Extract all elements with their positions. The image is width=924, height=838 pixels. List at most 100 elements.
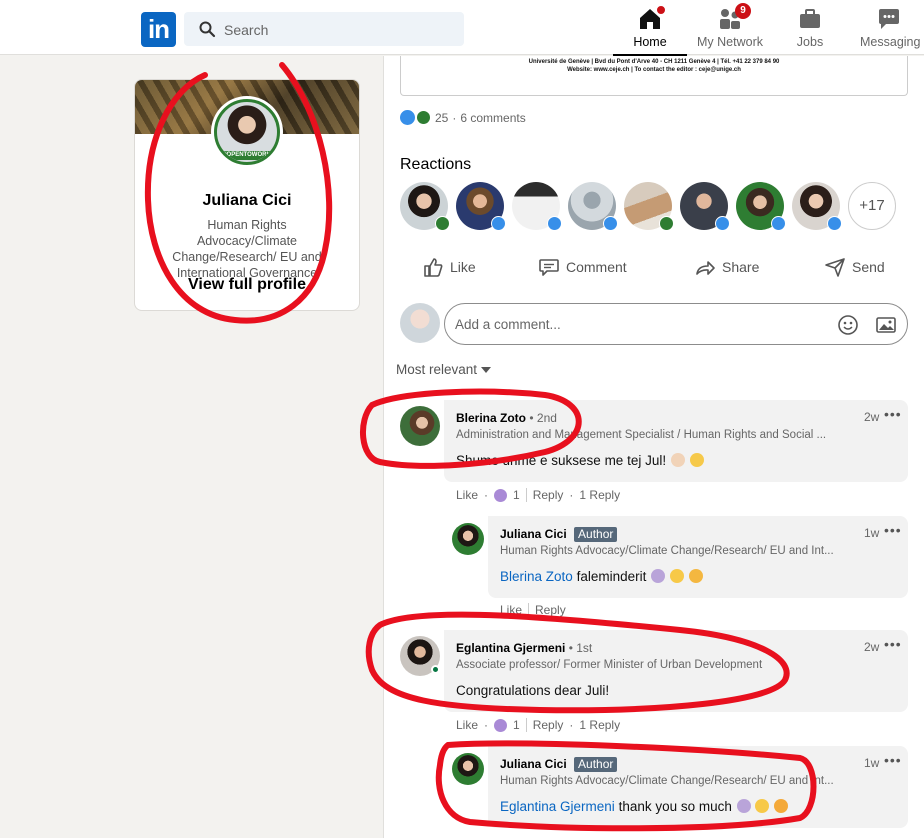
sparkles-emoji [689,453,704,467]
comment-timestamp: 2w [864,640,880,654]
comment-like-button[interactable]: Like [456,718,478,732]
share-arrow-icon [696,261,715,275]
comment-bubble: Eglantina Gjermeni • 1st Associate profe… [444,630,908,712]
comment-timestamp: 2w [864,410,880,424]
like-button[interactable]: Like [422,256,476,278]
reply-author-name-text: Juliana Cici [500,527,567,541]
comment-reply-button[interactable]: Reply [533,718,564,732]
nav-my-network[interactable]: 9 My Network [697,3,763,54]
reply-author-avatar[interactable] [452,523,484,555]
search-bar[interactable]: Search [184,12,464,46]
online-status-icon [431,665,440,674]
dot-separator: · [569,488,574,502]
commenter-name-text: Eglantina Gjermeni [456,641,566,655]
comment-text-content: Shume urime e suksese me tej Jul! [456,453,667,468]
network-badge: 9 [735,3,751,19]
reply-author-name-text: Juliana Cici [500,757,567,771]
commenter-name[interactable]: Blerina Zoto • 2nd [456,411,557,425]
nav-jobs-label: Jobs [796,35,824,49]
nav-messaging[interactable]: Messaging [860,6,920,54]
like-reaction-icon [400,110,415,125]
commenter-avatar[interactable] [400,406,440,446]
search-placeholder: Search [224,22,269,38]
people-hugging-emoji [651,569,666,583]
more-reactors-button[interactable]: +17 [848,182,896,230]
comment-label: Comment [566,259,627,275]
like-reaction-icon [771,216,786,231]
reply-author-headline: Human Rights Advocacy/Climate Change/Res… [500,775,834,787]
reactor-avatar-placeholder[interactable] [568,182,618,231]
comment-like-button[interactable]: Like [456,488,478,502]
reactor-avatar[interactable] [456,182,506,231]
nav-home-label: Home [633,35,667,49]
reactor-avatar[interactable] [680,182,730,231]
send-button[interactable]: Send [824,256,885,278]
image-icon[interactable] [875,314,897,336]
comment-input[interactable]: Add a comment... [444,303,908,345]
profile-avatar[interactable]: #OPENTOWORK [211,96,283,168]
dot-separator: · [452,110,457,125]
briefcase-icon [797,6,823,32]
commenter-avatar[interactable] [400,636,440,676]
view-full-profile-link[interactable]: View full profile [135,276,359,294]
reactor-avatar[interactable] [736,182,786,231]
mention-link[interactable]: Blerina Zoto [500,569,573,584]
emoji-icon[interactable] [837,314,859,336]
comment-reply-button[interactable]: Reply [533,488,564,502]
reactor-avatar[interactable] [624,182,674,231]
author-badge: Author [574,757,618,772]
people-hugging-emoji [736,799,751,813]
reactor-avatar[interactable] [792,182,842,231]
more-options-icon[interactable]: ••• [884,636,902,652]
comment-reaction-count[interactable]: 1 [513,718,520,732]
document-preview[interactable]: Université de Genève | Bvd du Pont d'Arv… [400,56,908,96]
reply-author-avatar[interactable] [452,753,484,785]
send-label: Send [852,259,885,275]
dot-separator: · [569,718,574,732]
post-actions: Like Comment Share Send [400,256,908,282]
commenter-headline: Administration and Management Specialist… [456,429,827,441]
linkedin-logo-icon[interactable]: in [141,12,176,47]
reactor-avatar[interactable] [400,182,450,231]
like-reaction-icon [603,216,618,231]
social-counts[interactable]: 25 · 6 comments [400,110,526,125]
thumbs-up-icon [424,258,443,277]
divider [525,718,527,732]
reply-count[interactable]: 1 Reply [579,718,620,732]
hugging-face-emoji [774,799,789,813]
more-options-icon[interactable]: ••• [884,752,902,768]
share-button[interactable]: Share [694,256,759,278]
reply-author-name[interactable]: Juliana Cici Author [500,527,618,542]
author-badge: Author [574,527,618,542]
profile-name[interactable]: Juliana Cici [135,192,359,210]
comment-bubble: Blerina Zoto • 2nd Administration and Ma… [444,400,908,482]
reply-author-name[interactable]: Juliana Cici Author [500,757,618,772]
reply-reply-button[interactable]: Reply [535,603,566,617]
divider [525,488,527,502]
send-icon [825,258,845,277]
profile-card: #OPENTOWORK Juliana Cici Human Rights Ad… [134,79,360,311]
reply-like-button[interactable]: Like [500,603,522,617]
sort-dropdown[interactable]: Most relevant [396,362,492,377]
document-footer-line-2: Website: www.ceje.ch | To contact the ed… [567,67,741,73]
smiling-face-emoji [669,569,684,583]
nav-home[interactable]: Home [613,4,687,56]
commenter-name[interactable]: Eglantina Gjermeni • 1st [456,641,592,655]
more-options-icon[interactable]: ••• [884,522,902,538]
sort-label: Most relevant [396,362,478,377]
dot-separator: · [484,488,489,502]
comment-button[interactable]: Comment [538,256,627,278]
reply-count[interactable]: 1 Reply [579,488,620,502]
current-user-avatar[interactable] [400,303,440,343]
nav-my-network-label: My Network [697,35,763,49]
dot-separator: · [484,718,489,732]
comment-count[interactable]: 6 comments [460,111,525,125]
chat-icon [876,6,902,32]
connection-degree: • 1st [568,641,593,655]
comment-reaction-count[interactable]: 1 [513,488,520,502]
reactor-avatar[interactable] [512,182,562,231]
nav-jobs[interactable]: Jobs [793,6,827,54]
mention-link[interactable]: Eglantina Gjermeni [500,799,615,814]
more-options-icon[interactable]: ••• [884,406,902,422]
support-reaction-icon [435,216,450,231]
